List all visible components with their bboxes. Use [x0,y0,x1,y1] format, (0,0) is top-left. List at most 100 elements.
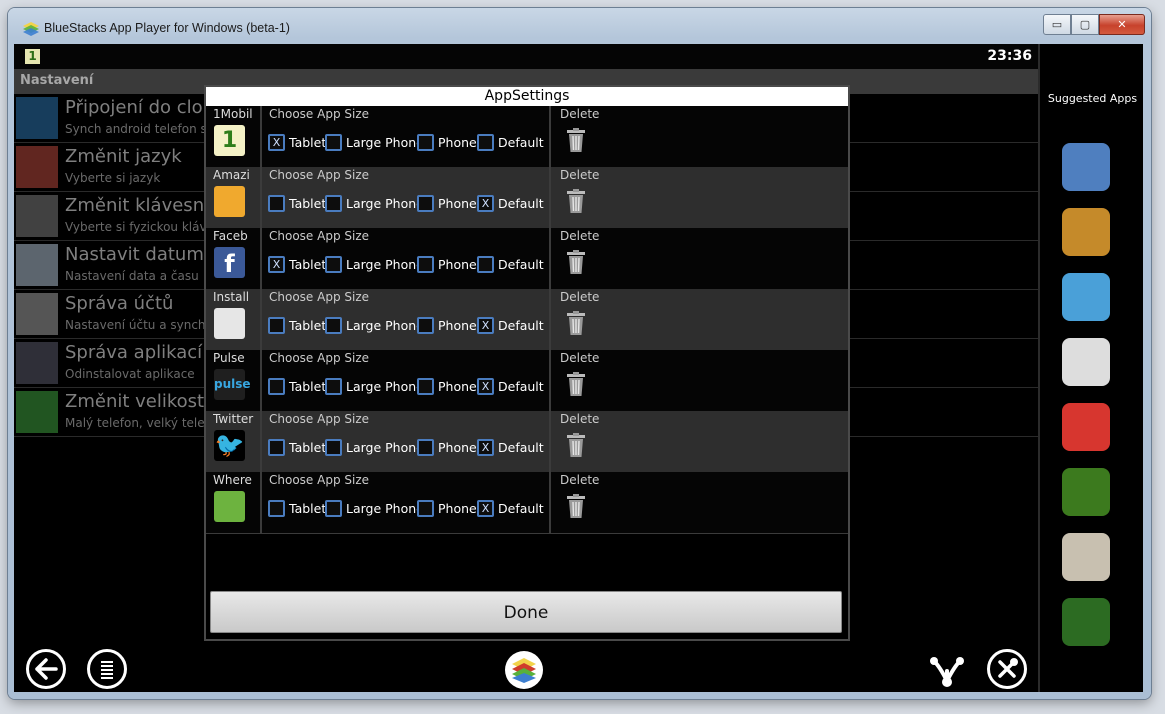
size-checkbox[interactable] [325,500,342,517]
trash-icon[interactable] [566,372,586,397]
app-name: Faceb [213,229,248,243]
size-checkbox[interactable] [417,256,434,273]
choose-app-size-label: Choose App Size [269,168,370,182]
size-option-default[interactable]: X Default [477,195,544,212]
size-checkbox[interactable] [477,256,494,273]
spiral-icon[interactable] [1062,338,1110,386]
size-option-default[interactable]: Default [477,256,544,273]
size-checkbox[interactable] [417,195,434,212]
trash-icon[interactable] [566,311,586,336]
size-option-label: Large Phone [346,501,424,516]
menu-icon[interactable] [87,649,127,689]
size-option-default[interactable]: X Default [477,317,544,334]
size-option-large-phone[interactable]: Large Phone [325,134,424,151]
size-option-phone[interactable]: Phone [417,134,477,151]
size-checkbox[interactable]: X [477,439,494,456]
size-option-tablet[interactable]: X Tablet [268,134,326,151]
size-checkbox[interactable] [325,195,342,212]
size-option-default[interactable]: X Default [477,439,544,456]
bluestacks-logo-icon [23,22,39,36]
size-option-phone[interactable]: Phone [417,317,477,334]
size-checkbox[interactable] [417,134,434,151]
size-option-phone[interactable]: Phone [417,439,477,456]
size-checkbox[interactable] [325,256,342,273]
size-option-default[interactable]: X Default [477,378,544,395]
done-button[interactable]: Done [210,591,842,633]
size-checkbox[interactable] [325,317,342,334]
size-checkbox[interactable]: X [477,378,494,395]
app-size-cell: Choose App Size X Tablet Large Phone Phone De… [262,228,551,289]
size-option-label: Tablet [289,257,327,272]
size-option-large-phone[interactable]: Large Phone [325,317,424,334]
size-checkbox[interactable] [268,317,285,334]
size-checkbox[interactable]: X [268,256,285,273]
size-option-tablet[interactable]: Tablet [268,378,326,395]
notification-icon[interactable]: 1 [25,49,40,64]
bird-cage-icon[interactable] [1062,468,1110,516]
size-checkbox[interactable] [477,134,494,151]
size-checkbox[interactable] [417,378,434,395]
temple-coin-icon[interactable] [1062,208,1110,256]
size-option-tablet[interactable]: Tablet [268,195,326,212]
title-bar[interactable]: BlueStacks App Player for Windows (beta-… [8,8,1151,44]
size-checkbox[interactable] [268,195,285,212]
size-checkbox[interactable] [325,378,342,395]
size-checkbox[interactable] [417,500,434,517]
close-button[interactable]: ✕ [1099,14,1145,35]
size-option-large-phone[interactable]: Large Phone [325,195,424,212]
size-option-large-phone[interactable]: Large Phone [325,378,424,395]
app-window: BlueStacks App Player for Windows (beta-… [8,8,1151,699]
size-checkbox[interactable] [417,317,434,334]
size-checkbox[interactable] [268,378,285,395]
size-option-tablet[interactable]: Tablet [268,500,326,517]
size-checkbox[interactable]: X [477,195,494,212]
size-checkbox[interactable] [417,439,434,456]
size-option-label: Phone [438,440,477,455]
size-checkbox[interactable]: X [268,134,285,151]
size-checkbox[interactable] [268,439,285,456]
size-option-phone[interactable]: Phone [417,378,477,395]
size-option-label: Phone [438,135,477,150]
size-option-phone[interactable]: Phone [417,256,477,273]
size-checkbox[interactable]: X [477,317,494,334]
size-checkbox[interactable]: X [477,500,494,517]
settings-row-subtitle: Synch android telefon s PC [65,122,227,136]
size-option-default[interactable]: Default [477,134,544,151]
trash-icon[interactable] [566,250,586,275]
back-arrow-icon[interactable] [26,649,66,689]
app-size-cell: Choose App Size Tablet Large Phone Phone X De… [262,411,551,472]
minimize-button[interactable]: ▭ [1043,14,1071,35]
share-icon[interactable] [928,655,966,689]
app-name-cell: Where [206,472,262,533]
trash-icon[interactable] [566,494,586,519]
free-game-icon[interactable] [1062,598,1110,646]
size-option-tablet[interactable]: Tablet [268,317,326,334]
trash-icon[interactable] [566,189,586,214]
size-option-phone[interactable]: Phone [417,500,477,517]
maximize-button[interactable]: ▢ [1071,14,1099,35]
size-option-large-phone[interactable]: Large Phone [325,500,424,517]
size-option-phone[interactable]: Phone [417,195,477,212]
size-option-large-phone[interactable]: Large Phone [325,256,424,273]
size-option-label: Phone [438,196,477,211]
size-checkbox[interactable] [325,134,342,151]
size-option-default[interactable]: X Default [477,500,544,517]
settings-row-title: Správa účtů [65,293,174,314]
size-option-tablet[interactable]: Tablet [268,439,326,456]
size-checkbox[interactable] [268,500,285,517]
red-house-icon[interactable] [1062,533,1110,581]
tools-icon[interactable] [987,649,1027,689]
angry-birds-icon[interactable] [1062,273,1110,321]
bucket-app-icon[interactable] [1062,143,1110,191]
trash-icon[interactable] [566,128,586,153]
choose-app-size-label: Choose App Size [269,473,370,487]
home-button[interactable] [505,651,543,689]
app-row: Pulse pulse Choose App Size Tablet Large Pho… [206,350,848,412]
choose-app-size-label: Choose App Size [269,412,370,426]
trash-icon[interactable] [566,433,586,458]
size-option-tablet[interactable]: X Tablet [268,256,326,273]
angry-birds-rio-icon[interactable] [1062,403,1110,451]
size-option-large-phone[interactable]: Large Phone [325,439,424,456]
size-checkbox[interactable] [325,439,342,456]
android-nav-bar [14,640,1038,692]
